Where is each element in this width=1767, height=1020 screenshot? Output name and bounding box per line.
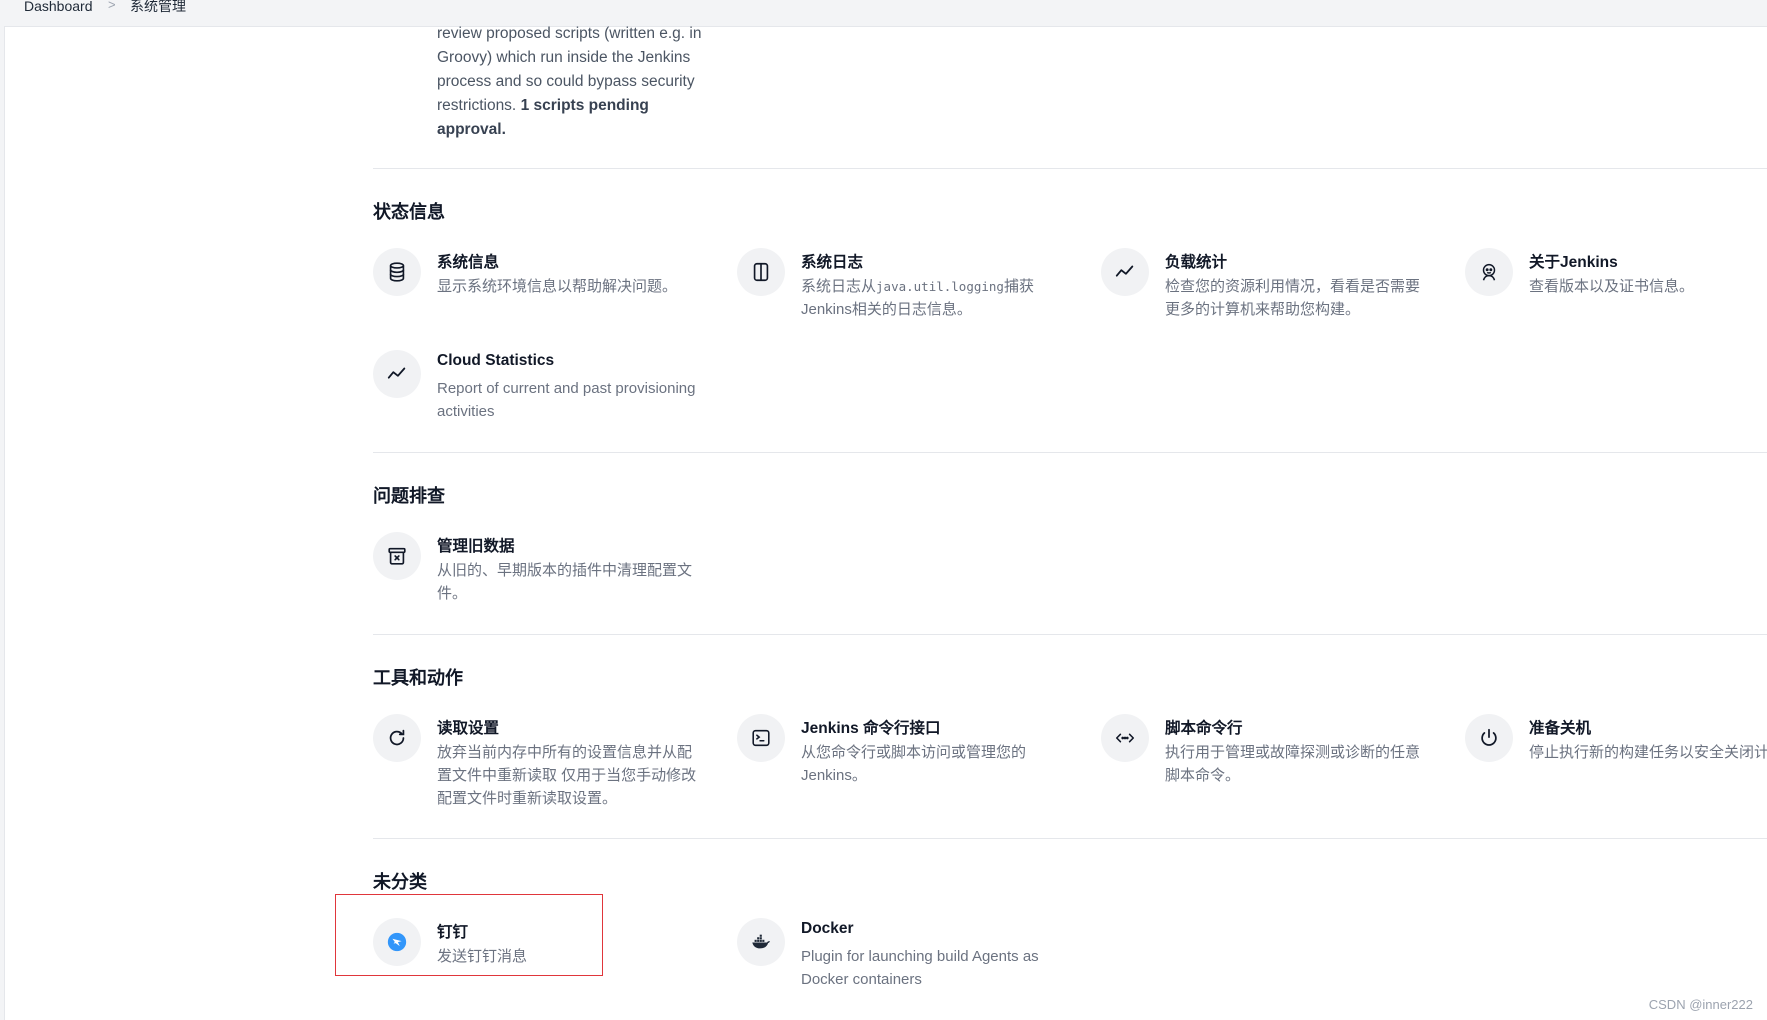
- terminal-icon: [737, 714, 785, 762]
- log-panel-icon: [737, 248, 785, 296]
- script-console-title: 脚本命令行: [1165, 720, 1243, 737]
- prepare-shutdown-desc: 停止执行新的构建任务以安全关闭计算机。: [1529, 744, 1767, 761]
- archive-icon: [373, 532, 421, 580]
- docker-title: Docker: [801, 920, 854, 937]
- cloud-stats-title: Cloud Statistics: [437, 352, 555, 369]
- section-title-uncategorized: 未分类: [373, 872, 427, 892]
- jenkins-cli-desc: 从您命令行或脚本访问或管理您的Jenkins。: [801, 744, 1027, 784]
- load-stats-desc: 检查您的资源利用情况，看看是否需要更多的计算机来帮助您构建。: [1165, 278, 1421, 318]
- divider: [373, 452, 1767, 453]
- divider: [373, 168, 1767, 169]
- section-title-status: 状态信息: [373, 202, 445, 222]
- jenkins-butler-icon: [1465, 248, 1513, 296]
- system-info-title: 系统信息: [437, 254, 500, 271]
- system-info-desc: 显示系统环境信息以帮助解决问题。: [437, 278, 678, 295]
- docker-whale-icon: [737, 918, 785, 966]
- about-jenkins-title: 关于Jenkins: [1529, 254, 1618, 271]
- system-log-desc-a: 系统日志从: [801, 278, 877, 295]
- system-log-title: 系统日志: [801, 254, 864, 271]
- script-approval-desc: review proposed scripts (written e.g. in…: [437, 22, 707, 142]
- section-title-tools: 工具和动作: [373, 668, 463, 688]
- script-console-desc: 执行用于管理或故障探测或诊断的任意脚本命令。: [1165, 744, 1421, 784]
- breadcrumb-current: 系统管理: [130, 0, 186, 14]
- side-panel-edge: [0, 26, 5, 1020]
- cloud-stats-desc: Report of current and past provisioning …: [437, 380, 696, 420]
- system-log-desc: 系统日志从java.util.logging捕获Jenkins相关的日志信息。: [801, 275, 1061, 321]
- breadcrumb: Dashboard > 系统管理: [0, 0, 1767, 27]
- docker-desc: Plugin for launching build Agents as Doc…: [801, 948, 1039, 988]
- jenkins-cli-title: Jenkins 命令行接口: [801, 720, 941, 737]
- reload-config-desc: 放弃当前内存中所有的设置信息并从配置文件中重新读取 仅用于当您手动修改配置文件时…: [437, 744, 697, 807]
- about-jenkins-desc: 查看版本以及证书信息。: [1529, 278, 1695, 295]
- code-icon: [1101, 714, 1149, 762]
- power-icon: [1465, 714, 1513, 762]
- trend-icon: [373, 350, 421, 398]
- reload-config-title: 读取设置: [437, 720, 500, 737]
- load-stats-title: 负载统计: [1165, 254, 1228, 271]
- database-icon: [373, 248, 421, 296]
- prepare-shutdown-title: 准备关机: [1529, 720, 1592, 737]
- system-log-desc-code: java.util.logging: [876, 279, 1004, 294]
- old-data-desc: 从旧的、早期版本的插件中清理配置文件。: [437, 562, 693, 602]
- trend-icon: [1101, 248, 1149, 296]
- divider: [373, 634, 1767, 635]
- section-title-troubleshoot: 问题排查: [373, 486, 445, 506]
- old-data-title: 管理旧数据: [437, 538, 515, 555]
- divider: [373, 838, 1767, 839]
- highlight-box: [335, 894, 603, 976]
- reload-icon: [373, 714, 421, 762]
- chevron-right-icon: >: [108, 0, 116, 12]
- watermark: CSDN @inner222: [1648, 997, 1753, 1012]
- breadcrumb-dashboard-link[interactable]: Dashboard: [24, 0, 93, 13]
